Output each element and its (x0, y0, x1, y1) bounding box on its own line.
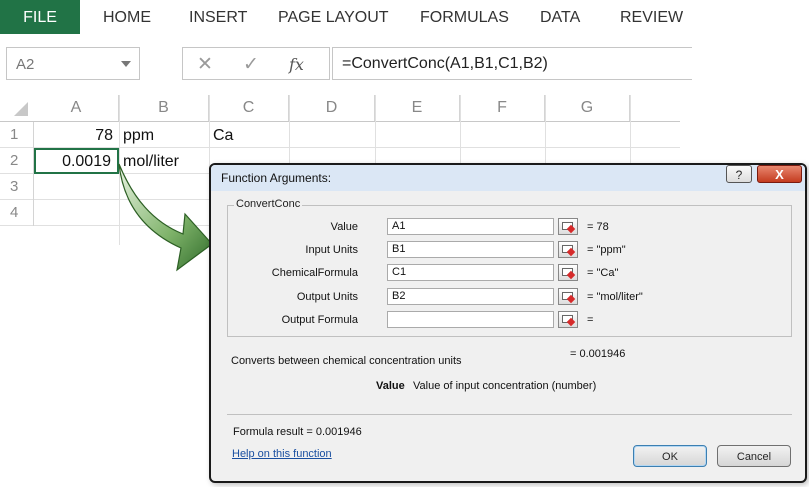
tab-review[interactable]: REVIEW (620, 0, 683, 34)
cell-c1[interactable]: Ca (209, 122, 289, 148)
ok-button[interactable]: OK (633, 445, 707, 467)
column-header-c[interactable]: C (209, 95, 289, 121)
cancel-button[interactable]: Cancel (717, 445, 791, 467)
cell-b1[interactable]: ppm (119, 122, 209, 148)
row-header-3[interactable]: 3 (0, 174, 34, 200)
column-header-d[interactable]: D (289, 95, 375, 121)
close-button[interactable]: X (757, 165, 802, 183)
column-header-f[interactable]: F (460, 95, 545, 121)
column-header-a[interactable]: A (34, 95, 119, 121)
formula-text: =ConvertConc(A1,B1,C1,B2) (342, 55, 548, 72)
row-header-2[interactable]: 2 (0, 148, 34, 174)
arg-label-chemical-formula: ChemicalFormula (271, 267, 358, 279)
collapse-dialog-icon[interactable] (558, 264, 578, 281)
row-header-1[interactable]: 1 (0, 122, 34, 148)
arguments-group: ConvertConc Value A1 = 78 Input Units B1… (227, 198, 792, 337)
arg-result-output-formula: = (587, 314, 594, 326)
help-button[interactable]: ? (726, 165, 752, 183)
pointer-arrow-icon (118, 163, 213, 272)
function-arguments-dialog: Function Arguments: ? X ConvertConc Valu… (209, 163, 807, 483)
arg-input-value[interactable]: A1 (387, 218, 554, 235)
name-box[interactable]: A2 (6, 47, 140, 80)
arg-label-output-formula: Output Formula (281, 314, 358, 326)
arg-label-output-units: Output Units (296, 291, 358, 303)
collapse-dialog-icon[interactable] (558, 311, 578, 328)
arg-label-input-units: Input Units (305, 244, 358, 256)
cancel-icon[interactable]: ✕ (197, 53, 213, 76)
divider (227, 414, 792, 415)
arg-input-chemical-formula[interactable]: C1 (387, 264, 554, 281)
arg-result-chemical-formula: = "Ca" (587, 267, 619, 279)
column-header-b[interactable]: B (119, 95, 209, 121)
param-description: Value of input concentration (number) (413, 380, 597, 392)
insert-function-icon[interactable]: fx (289, 55, 304, 74)
select-all-icon[interactable] (14, 102, 28, 116)
column-header-g[interactable]: G (545, 95, 630, 121)
cell-a1[interactable]: 78 (34, 122, 119, 148)
dialog-title: Function Arguments: (221, 171, 332, 185)
collapse-dialog-icon[interactable] (558, 241, 578, 258)
ribbon: FILE HOME INSERT PAGE LAYOUT FORMULAS DA… (0, 0, 700, 34)
formula-input[interactable]: =ConvertConc(A1,B1,C1,B2) (332, 47, 692, 80)
help-link[interactable]: Help on this function (232, 448, 332, 460)
tab-file[interactable]: FILE (0, 0, 80, 34)
name-box-value: A2 (16, 56, 35, 73)
arg-input-output-formula[interactable] (387, 311, 554, 328)
collapse-dialog-icon[interactable] (558, 288, 578, 305)
arg-result-output-units: = "mol/liter" (587, 291, 643, 303)
dialog-titlebar[interactable]: Function Arguments: ? X (211, 165, 805, 191)
column-header-e[interactable]: E (375, 95, 460, 121)
group-label: ConvertConc (234, 198, 303, 210)
row-header-4[interactable]: 4 (0, 200, 34, 226)
arg-result-value: = 78 (587, 221, 609, 233)
tab-insert[interactable]: INSERT (189, 0, 247, 34)
tab-page-layout[interactable]: PAGE LAYOUT (278, 0, 389, 34)
tab-data[interactable]: DATA (540, 0, 580, 34)
tab-home[interactable]: HOME (103, 0, 151, 34)
arg-label-value: Value (330, 221, 358, 233)
chevron-down-icon[interactable] (121, 61, 131, 67)
collapse-dialog-icon[interactable] (558, 218, 578, 235)
cell-a2[interactable]: 0.0019 (34, 148, 119, 174)
check-icon[interactable]: ✓ (243, 53, 259, 76)
arg-input-output-units[interactable]: B2 (387, 288, 554, 305)
formula-result: Formula result = 0.001946 (233, 426, 362, 438)
arg-result-input-units: = "ppm" (587, 244, 626, 256)
arg-input-input-units[interactable]: B1 (387, 241, 554, 258)
overall-result: = 0.001946 (570, 348, 626, 360)
param-name: Value (376, 380, 405, 392)
tab-formulas[interactable]: FORMULAS (420, 0, 509, 34)
formula-buttons: ✕ ✓ fx (182, 47, 330, 80)
function-description: Converts between chemical concentration … (231, 355, 462, 367)
